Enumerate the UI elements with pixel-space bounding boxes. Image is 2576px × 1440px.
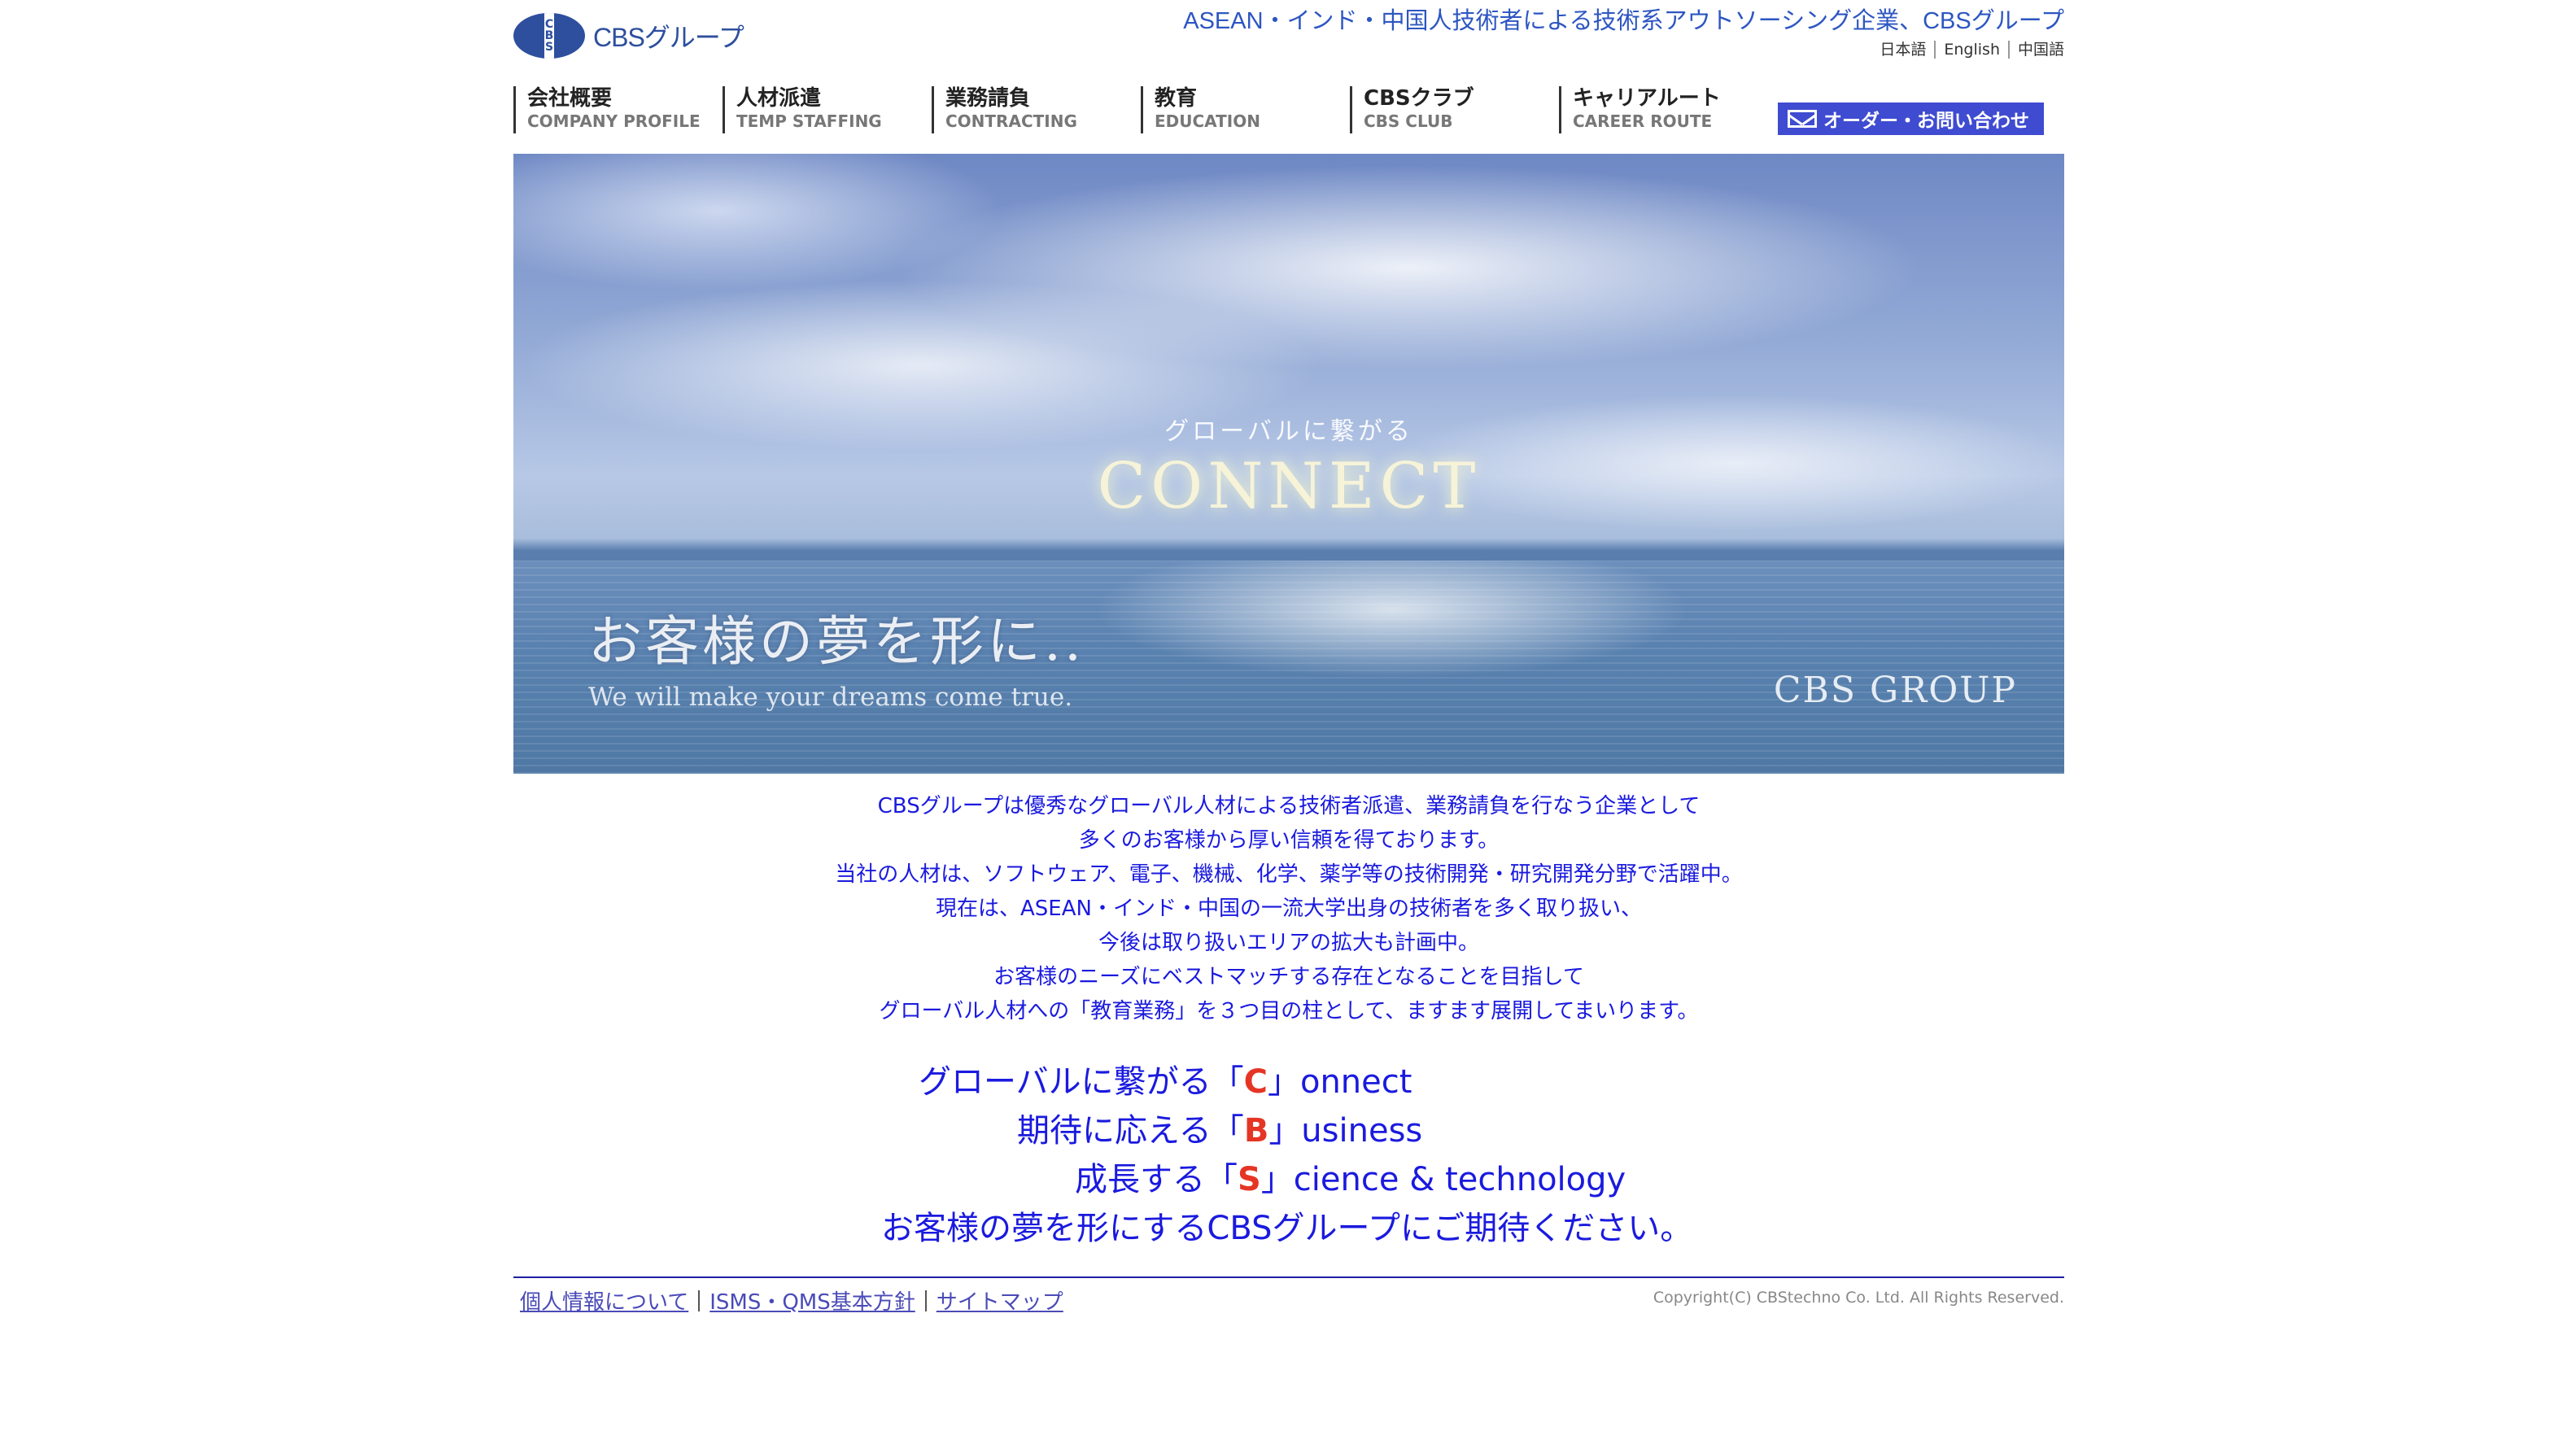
order-contact-button[interactable]: オーダー・お問い合わせ — [1778, 103, 2044, 135]
intro-line: グローバル人材への「教育業務」を３つ目の柱として、ますます展開してまいります。 — [879, 999, 1699, 1023]
hero-banner: グローバルに繋がる CONNECT お客様の夢を形に.. We will mak… — [513, 154, 2064, 774]
intro-line: CBSグループは優秀なグローバル人材による技術者派遣、業務請負を行なう企業として — [877, 794, 1701, 818]
sitemap-link[interactable]: サイトマップ — [937, 1285, 1063, 1316]
nav-label-en: CAREER ROUTE — [1573, 111, 1713, 131]
slogan-business: 期待に応える「B」usiness — [1017, 1106, 1422, 1155]
nav-label-jp: キャリアルート — [1573, 86, 1721, 111]
nav-contracting[interactable]: 業務請負 CONTRACTING — [932, 86, 1141, 133]
nav-label-jp: 教育 — [1155, 86, 1198, 111]
copyright: Copyright(C) CBStechno Co. Ltd. All Righ… — [1653, 1289, 2064, 1307]
nav-cbs-club[interactable]: CBSクラブ CBS CLUB — [1350, 86, 1559, 133]
slogan-suffix: 」onnect — [1267, 1063, 1412, 1101]
link-separator — [698, 1289, 701, 1311]
nav-company-profile[interactable]: 会社概要 COMPANY PROFILE — [513, 86, 723, 133]
cbs-logo[interactable]: CBS CBSグループ — [513, 11, 744, 60]
main-nav: 会社概要 COMPANY PROFILE 人材派遣 TEMP STAFFING … — [513, 86, 1768, 133]
privacy-link[interactable]: 個人情報について — [520, 1285, 688, 1316]
nav-label-jp: CBSクラブ — [1364, 86, 1474, 111]
slogan-letter: S — [1238, 1161, 1261, 1198]
nav-career-route[interactable]: キャリアルート CAREER ROUTE — [1559, 86, 1768, 133]
page: CBS CBSグループ ASEAN・インド・中国人技術者による技術系アウトソーシ… — [0, 0, 2576, 1440]
hero-title: CONNECT — [1097, 450, 1481, 523]
slogan-science: 成長する「S」cience & technology — [1075, 1155, 1626, 1204]
slogan-suffix: 」cience & technology — [1260, 1161, 1626, 1198]
hero-main-text: お客様の夢を形に.. — [588, 610, 1085, 673]
hero-group-label: CBS GROUP — [1773, 670, 2017, 711]
intro-line: 今後は取り扱いエリアの拡大も計画中。 — [1098, 931, 1479, 955]
nav-label-en: CBS CLUB — [1364, 111, 1453, 131]
footer-links: 個人情報について ISMS・QMS基本方針 サイトマップ — [520, 1285, 1063, 1316]
intro-line: 多くのお客様から厚い信頼を得ております。 — [1078, 828, 1500, 853]
hero-subtitle: グローバルに繋がる — [1164, 417, 1413, 446]
footer-divider — [513, 1276, 2064, 1278]
nav-label-en: CONTRACTING — [945, 111, 1077, 131]
language-switcher: 日本語 English 中国語 — [1880, 41, 2064, 59]
cbs-logo-mark: CBS — [513, 13, 585, 59]
slogan-suffix: 」usiness — [1268, 1112, 1423, 1150]
slogan-connect: グローバルに繋がる「C」onnect — [919, 1058, 1412, 1106]
site-tagline: ASEAN・インド・中国人技術者による技術系アウトソーシング企業、CBSグループ — [1183, 8, 2064, 34]
nav-label-en: TEMP STAFFING — [736, 111, 882, 131]
lang-chinese[interactable]: 中国語 — [2007, 41, 2064, 59]
nav-label-jp: 会社概要 — [527, 86, 613, 111]
lang-english[interactable]: English — [1934, 41, 2008, 59]
slogan-prefix: 成長する「 — [1075, 1161, 1238, 1198]
nav-temp-staffing[interactable]: 人材派遣 TEMP STAFFING — [723, 86, 932, 133]
slogan-prefix: グローバルに繋がる「 — [919, 1063, 1244, 1101]
intro-line: お客様のニーズにベストマッチする存在となることを目指して — [993, 965, 1584, 989]
contact-button-label: オーダー・お問い合わせ — [1823, 111, 2029, 132]
link-separator — [924, 1289, 927, 1311]
nav-education[interactable]: 教育 EDUCATION — [1141, 86, 1350, 133]
intro-text: CBSグループは優秀なグローバル人材による技術者派遣、業務請負を行なう企業として… — [513, 789, 2064, 1028]
logo-mark-letters: CBS — [544, 18, 554, 54]
nav-label-en: EDUCATION — [1155, 111, 1260, 131]
lang-japanese[interactable]: 日本語 — [1880, 41, 1934, 59]
slogan-letter: B — [1243, 1112, 1269, 1150]
slogan-prefix: 期待に応える「 — [1017, 1112, 1244, 1150]
nav-label-jp: 業務請負 — [945, 86, 1031, 111]
logo-text: CBSグループ — [593, 23, 744, 52]
mail-icon — [1788, 110, 1817, 128]
nav-label-jp: 人材派遣 — [736, 86, 822, 111]
isms-qms-policy-link[interactable]: ISMS・QMS基本方針 — [709, 1285, 915, 1316]
hero-english-text: We will make your dreams come true. — [588, 683, 1073, 712]
nav-label-en: COMPANY PROFILE — [527, 111, 701, 131]
intro-line: 現在は、ASEAN・インド・中国の一流大学出身の技術者を多く取り扱い、 — [936, 897, 1642, 921]
intro-line: 当社の人材は、ソフトウェア、電子、機械、化学、薬学等の技術開発・研究開発分野で活… — [835, 862, 1743, 887]
slogan-letter: C — [1243, 1063, 1268, 1101]
slogan-closing: お客様の夢を形にするCBSグループにご期待ください。 — [881, 1210, 1693, 1247]
